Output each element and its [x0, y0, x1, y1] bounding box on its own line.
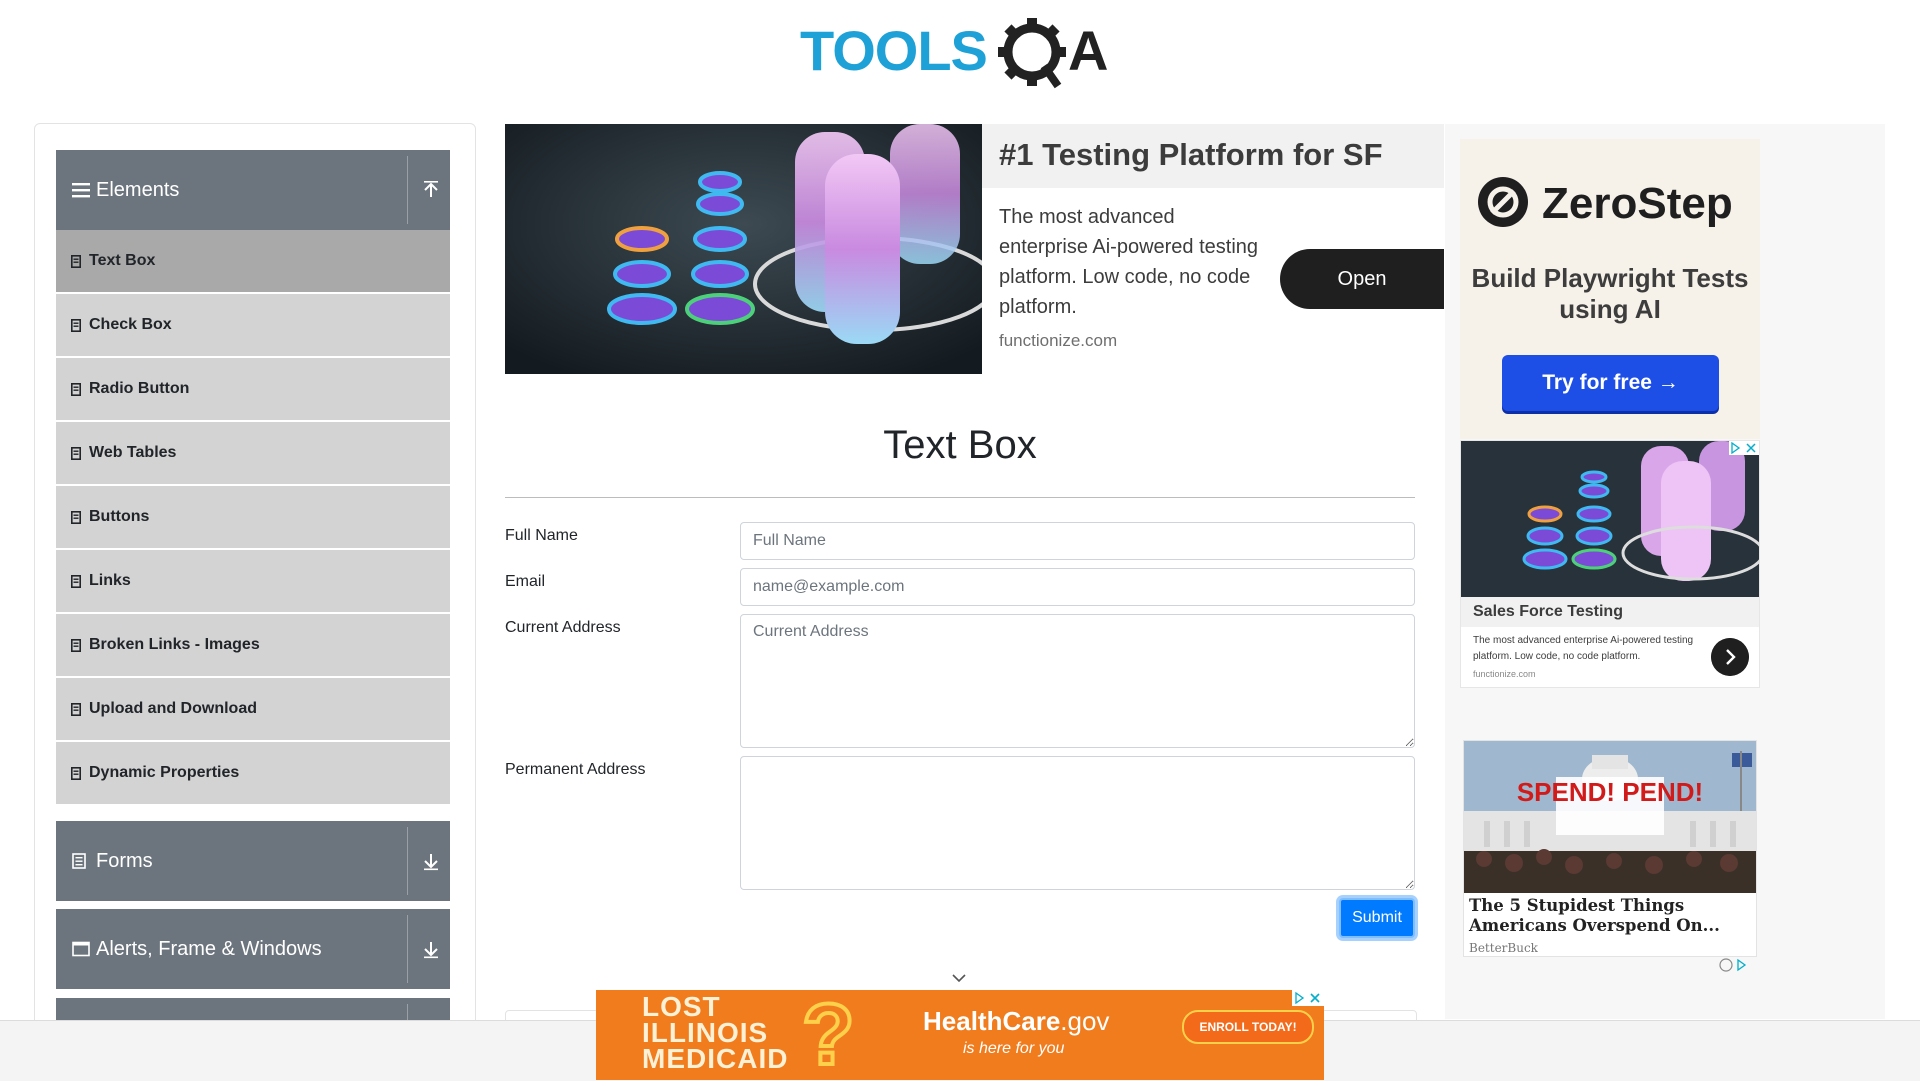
list-icon: [71, 766, 83, 780]
banner-tagline: is here for you: [963, 1040, 1065, 1057]
sidebar-item-broken-links[interactable]: Broken Links - Images: [56, 614, 450, 676]
sf-title-bar: Sales Force Testing: [1461, 597, 1759, 627]
zerostep-brand: ZeroStep: [1542, 179, 1733, 228]
list-icon: [71, 702, 83, 716]
try-for-free-button[interactable]: Try for free →: [1502, 355, 1719, 411]
ad-choices-icon[interactable]: [1718, 958, 1748, 972]
group-label-elements: Elements: [96, 178, 180, 201]
sidebar-item-check-box[interactable]: Check Box: [56, 294, 450, 356]
ad-title[interactable]: #1 Testing Platform for SF: [999, 137, 1383, 173]
group-divider: [407, 827, 408, 895]
sidebar-item-web-tables[interactable]: Web Tables: [56, 422, 450, 484]
list-icon: [71, 318, 83, 332]
toolsqa-logo-graphic: TOOLS A: [800, 18, 1108, 89]
ad-image-glowing-discs: [505, 124, 982, 374]
group-label-forms: Forms: [96, 849, 153, 872]
current-address-label: Current Address: [505, 619, 621, 636]
sf-ad-title[interactable]: Sales Force Testing: [1473, 603, 1623, 621]
ad-image-capitol-protest: SPEND! PEND!: [1464, 741, 1756, 893]
email-input[interactable]: [740, 568, 1415, 606]
sidebar-item-label: Dynamic Properties: [89, 764, 240, 781]
current-address-textarea[interactable]: [740, 614, 1415, 748]
brand-name: HealthCare: [923, 1006, 1061, 1036]
full-name-label: Full Name: [505, 527, 578, 544]
banner-brand: HealthCare.gov: [923, 1006, 1109, 1037]
list-icon: [71, 638, 83, 652]
healthcare-gov-banner-ad[interactable]: LOST ILLINOIS MEDICAID ? HealthCare.gov …: [596, 990, 1324, 1080]
ad-body: The most advanced enterprise Ai-powered …: [999, 206, 1259, 318]
zerostep-tagline: Build Playwright Tests using AI: [1471, 263, 1749, 324]
sidebar-item-dynamic-properties[interactable]: Dynamic Properties: [56, 742, 450, 804]
group-header-alerts-frame-windows[interactable]: Alerts, Frame & Windows: [56, 909, 450, 989]
zerostep-ad[interactable]: ZeroStep Build Playwright Tests using AI…: [1460, 139, 1760, 439]
sidebar-item-label: Web Tables: [89, 444, 177, 461]
chevron-right-icon[interactable]: [1711, 638, 1749, 676]
sales-force-testing-ad[interactable]: Sales Force Testing The most advanced en…: [1460, 440, 1760, 688]
sidebar-item-label: Upload and Download: [89, 700, 257, 717]
svg-text:A: A: [1068, 19, 1108, 82]
enroll-today-button[interactable]: ENROLL TODAY!: [1182, 1010, 1314, 1044]
zerostep-logo-icon: [1478, 177, 1528, 227]
image-sign-text: SPEND! PEND!: [1517, 777, 1703, 807]
permanent-address-label: Permanent Address: [505, 761, 646, 778]
expand-down-icon[interactable]: [422, 851, 440, 871]
betterbuck-ad-source: BetterBuck: [1469, 941, 1538, 955]
ad-choices-icon[interactable]: [1729, 441, 1759, 455]
collapse-up-icon[interactable]: [422, 180, 440, 200]
sidebar-item-label: Radio Button: [89, 380, 190, 397]
list-icon: [71, 574, 83, 588]
window-icon: [72, 940, 90, 958]
list-icon: [71, 446, 83, 460]
title-divider: [505, 497, 1415, 498]
sidebar-item-label: Buttons: [89, 508, 150, 525]
hamburger-icon: [72, 181, 90, 199]
group-header-forms[interactable]: Forms: [56, 821, 450, 901]
sidebar-item-radio-button[interactable]: Radio Button: [56, 358, 450, 420]
ad-image-glowing-discs: [1461, 441, 1759, 597]
submit-button[interactable]: Submit: [1339, 898, 1415, 938]
list-icon: [71, 254, 83, 268]
list-icon: [71, 382, 83, 396]
group-label-alerts-frame-windows: Alerts, Frame & Windows: [96, 937, 322, 960]
brand-suffix: .gov: [1060, 1006, 1110, 1036]
sidebar-item-upload-download[interactable]: Upload and Download: [56, 678, 450, 740]
expand-down-icon[interactable]: [422, 939, 440, 959]
sidebar-item-buttons[interactable]: Buttons: [56, 486, 450, 548]
permanent-address-textarea[interactable]: [740, 756, 1415, 890]
svg-text:TOOLS: TOOLS: [800, 19, 987, 82]
sidebar-item-text-box[interactable]: Text Box: [56, 230, 450, 292]
sf-ad-domain: functionize.com: [1473, 669, 1536, 679]
left-sidebar: Elements Text Box Check Box Radio Button…: [34, 123, 476, 1045]
betterbuck-ad[interactable]: SPEND! PEND! The 5 Stupidest Things Amer…: [1463, 740, 1757, 957]
chevron-down-icon[interactable]: [951, 972, 967, 984]
sidebar-item-label: Text Box: [89, 252, 156, 269]
banner-headline: LOST ILLINOIS MEDICAID: [642, 991, 789, 1074]
group-header-elements[interactable]: Elements: [56, 150, 450, 230]
sidebar-item-links[interactable]: Links: [56, 550, 450, 612]
top-ad-banner[interactable]: #1 Testing Platform for SF The most adva…: [505, 124, 1444, 374]
sf-ad-body: The most advanced enterprise Ai-powered …: [1473, 635, 1694, 662]
group-divider: [407, 156, 408, 224]
ad-title-bar: #1 Testing Platform for SF: [982, 124, 1444, 188]
question-mark-icon: ?: [800, 990, 857, 1080]
betterbuck-ad-title[interactable]: The 5 Stupidest Things Americans Overspe…: [1469, 896, 1754, 936]
email-label: Email: [505, 573, 546, 590]
full-name-input[interactable]: [740, 522, 1415, 560]
group-divider: [407, 915, 408, 983]
list-icon: [71, 510, 83, 524]
page-title: Text Box: [883, 423, 1037, 467]
document-icon: [72, 852, 90, 870]
ad-domain[interactable]: functionize.com: [999, 331, 1117, 351]
toolsqa-logo[interactable]: TOOLS A: [800, 14, 1125, 94]
close-ad-icon[interactable]: [1292, 990, 1324, 1006]
sidebar-item-label: Check Box: [89, 316, 172, 333]
sidebar-item-label: Links: [89, 572, 131, 589]
ad-open-button[interactable]: Open: [1280, 249, 1444, 309]
sidebar-item-label: Broken Links - Images: [89, 636, 260, 653]
